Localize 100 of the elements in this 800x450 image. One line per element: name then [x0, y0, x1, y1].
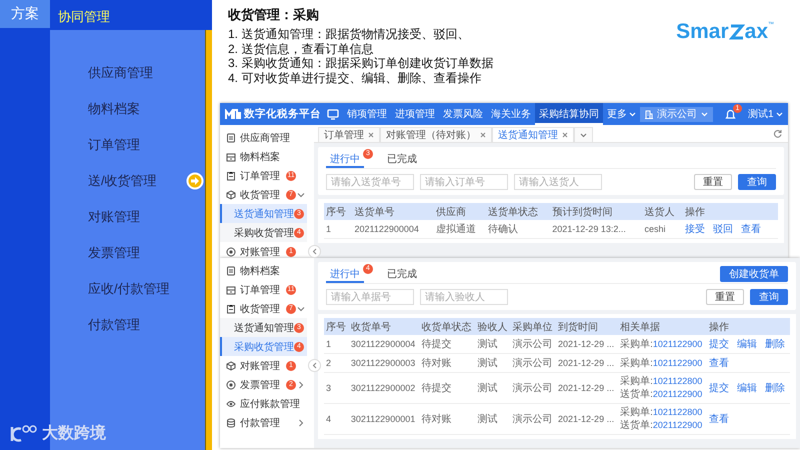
- action-link[interactable]: 提交: [709, 381, 730, 395]
- logo-icon: [8, 424, 38, 444]
- search-button[interactable]: 查询: [750, 289, 788, 305]
- table-cell: 演示公司: [510, 404, 556, 434]
- action-link[interactable]: 接受: [684, 222, 705, 236]
- document-reference: 采购单:1021122900: [620, 356, 704, 370]
- sidebar-item[interactable]: 物料档案: [220, 147, 307, 166]
- column-header: 操作: [682, 203, 778, 220]
- table-cell: 待提交: [420, 335, 476, 354]
- search-field[interactable]: 请输入验收人: [420, 289, 508, 305]
- target-icon: [226, 380, 236, 390]
- search-field[interactable]: 请输入单据号: [326, 289, 414, 305]
- column-header: 到货时间: [556, 318, 618, 335]
- table-cell: 演示公司: [510, 354, 556, 372]
- menu-item[interactable]: 发票管理: [50, 235, 205, 271]
- status-tab[interactable]: 进行中: [326, 264, 364, 283]
- document-link[interactable]: 2021122900: [652, 389, 702, 399]
- eye-icon: [226, 398, 236, 408]
- nav-tab[interactable]: 海关业务: [487, 103, 535, 125]
- collapse-button[interactable]: [308, 245, 321, 258]
- document-link[interactable]: 2021122900: [652, 420, 702, 430]
- action-link[interactable]: 编辑: [737, 381, 758, 395]
- table-cell: 测试: [475, 354, 511, 372]
- logo-mark-icon: [728, 22, 745, 42]
- menu-item[interactable]: 付款管理: [50, 307, 205, 343]
- section-tab[interactable]: 方案: [0, 0, 50, 28]
- sidebar-item[interactable]: 付款管理: [220, 413, 307, 432]
- document-link[interactable]: 1021122900: [652, 338, 702, 348]
- search-button[interactable]: 查询: [738, 174, 776, 190]
- nav-tab[interactable]: 发票风险: [439, 103, 487, 125]
- menu-item[interactable]: 送/收货管理: [50, 163, 205, 199]
- user-menu[interactable]: 测试1: [748, 107, 783, 121]
- action-link[interactable]: 编辑: [737, 337, 758, 351]
- table-cell: 3021122900004: [348, 335, 420, 354]
- sidebar-item[interactable]: 应付账款管理: [220, 394, 307, 413]
- table-cell: ceshi: [642, 220, 683, 238]
- action-link[interactable]: 驳回: [712, 222, 733, 236]
- reset-button[interactable]: 重置: [694, 174, 732, 190]
- menu-item[interactable]: 供应商管理: [50, 55, 205, 91]
- menu-item[interactable]: 对账管理: [50, 199, 205, 235]
- menu-item[interactable]: 订单管理: [50, 127, 205, 163]
- table-cell: 待确认: [486, 220, 550, 238]
- action-link[interactable]: 查看: [709, 412, 730, 426]
- status-tab[interactable]: 已完成: [383, 149, 421, 168]
- page-tab[interactable]: 订单管理: [318, 127, 380, 142]
- create-button[interactable]: 创建收货单: [720, 266, 788, 282]
- database-icon: [226, 418, 236, 428]
- column-header: 序号: [324, 318, 349, 335]
- column-header: 操作: [707, 318, 790, 335]
- table-cell: 待对账: [420, 404, 476, 434]
- column-header: 采购单位: [510, 318, 556, 335]
- tab-dropdown-button[interactable]: [574, 127, 593, 142]
- column-header: 送货单状态: [486, 203, 550, 220]
- collapse-button[interactable]: [308, 359, 321, 372]
- column-header: 送货单号: [352, 203, 434, 220]
- menu-item[interactable]: 物料档案: [50, 91, 205, 127]
- slide-heading: 收货管理：采购: [228, 6, 320, 24]
- table-cell: 2021-12-29 ...: [556, 354, 618, 372]
- bell-icon: [725, 108, 736, 120]
- nav-tab[interactable]: 采购结算协同: [535, 103, 603, 125]
- sidebar-item[interactable]: 供应商管理: [220, 128, 307, 147]
- action-link[interactable]: 查看: [709, 356, 730, 370]
- table-cell: 待提交: [420, 372, 476, 404]
- search-field[interactable]: 请输入订单号: [420, 174, 508, 190]
- document-link[interactable]: 1021122800: [652, 407, 702, 417]
- search-field[interactable]: 请输入送货人: [514, 174, 602, 190]
- target-icon: [226, 246, 236, 256]
- document-link[interactable]: 1021122900: [652, 358, 702, 368]
- action-link[interactable]: 提交: [709, 337, 730, 351]
- search-field[interactable]: 请输入送货单号: [326, 174, 414, 190]
- nav-tab[interactable]: 销项管理: [343, 103, 391, 125]
- table-cell: 3: [324, 372, 349, 404]
- page-tab[interactable]: 对账管理（待对账）: [380, 127, 492, 142]
- page-tab[interactable]: 送货通知管理: [492, 127, 574, 142]
- table-cell: 演示公司: [510, 335, 556, 354]
- logo-text: ax: [744, 20, 768, 44]
- document-link[interactable]: 1021122800: [652, 376, 702, 386]
- status-tab[interactable]: 已完成: [383, 264, 421, 283]
- menu-item[interactable]: 应收/付款管理: [50, 271, 205, 307]
- platform-logo-icon: [225, 108, 241, 120]
- sidebar-item[interactable]: 物料档案: [220, 261, 307, 280]
- table-cell: 待对账: [420, 354, 476, 372]
- document-reference: 送货单:2021122900: [620, 419, 704, 432]
- refresh-icon: [773, 129, 782, 138]
- action-link[interactable]: 删除: [765, 381, 786, 395]
- action-link[interactable]: 查看: [740, 222, 761, 236]
- reset-button[interactable]: 重置: [706, 289, 744, 305]
- action-link[interactable]: 删除: [765, 337, 786, 351]
- nav-tab[interactable]: 进项管理: [391, 103, 439, 125]
- table-cell: 测试: [475, 335, 511, 354]
- more-menu[interactable]: 更多: [603, 103, 640, 125]
- close-icon: [562, 132, 568, 138]
- platform-title: 数字化税务平台: [244, 107, 321, 121]
- column-header: 收货单状态: [420, 318, 476, 335]
- column-header: 验收人: [475, 318, 511, 335]
- company-select[interactable]: 演示公司: [640, 106, 713, 122]
- status-tab[interactable]: 进行中: [326, 149, 364, 168]
- bullet-text: 3. 采购收货通知：跟据采购订单创建收货订单数据: [228, 56, 494, 70]
- table-cell: 虚拟通道: [434, 220, 486, 238]
- chevron-down-icon: [580, 132, 587, 138]
